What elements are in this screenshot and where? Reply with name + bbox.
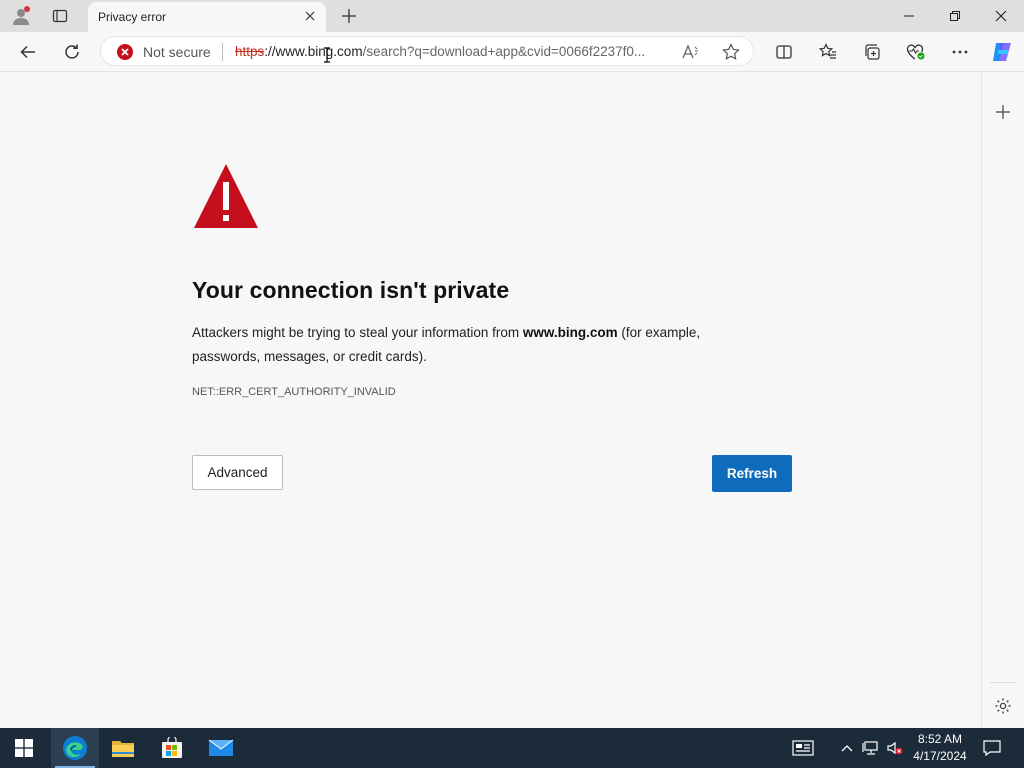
close-tab-icon[interactable]: [302, 8, 318, 24]
text-cursor-icon: [324, 47, 330, 63]
title-bar: Privacy error: [0, 0, 1024, 32]
volume-muted-icon[interactable]: [884, 736, 906, 760]
collections-icon[interactable]: [858, 38, 886, 66]
not-secure-label[interactable]: Not secure: [143, 44, 211, 60]
description-host: www.bing.com: [522, 325, 618, 340]
tab-privacy-error[interactable]: Privacy error: [88, 2, 326, 32]
taskbar: 8:52 AM 4/17/2024: [0, 728, 1024, 768]
clock-date: 4/17/2024: [913, 749, 967, 763]
not-secure-icon: [117, 44, 133, 60]
url-host: ://www.bing.com: [264, 44, 363, 59]
advanced-button[interactable]: Advanced: [192, 455, 283, 490]
sidebar-settings-icon[interactable]: [991, 694, 1015, 718]
taskbar-mail-icon[interactable]: [197, 728, 245, 768]
more-options-icon[interactable]: [946, 38, 974, 66]
profile-icon[interactable]: [8, 4, 34, 28]
browser-toolbar: Not secure https://www.bing.com/search?q…: [0, 32, 1024, 72]
browser-essentials-icon[interactable]: [902, 38, 930, 66]
error-description: Attackers might be trying to steal your …: [192, 321, 752, 369]
news-widget-icon[interactable]: [791, 736, 815, 760]
taskbar-file-explorer-icon[interactable]: [99, 728, 147, 768]
notifications-icon[interactable]: [981, 736, 1003, 760]
taskbar-edge-icon[interactable]: [51, 728, 99, 768]
address-bar[interactable]: Not secure https://www.bing.com/search?q…: [100, 36, 754, 66]
error-page: Your connection isn't private Attackers …: [4, 72, 980, 726]
favorite-star-icon[interactable]: [720, 42, 742, 62]
add-sidebar-app-icon[interactable]: [991, 100, 1015, 124]
url-scheme: https: [235, 44, 265, 59]
url-path: /search?q=download+app&cvid=0066f2237f0.…: [362, 44, 646, 59]
warning-triangle-icon: [194, 164, 258, 228]
read-aloud-icon[interactable]: [680, 42, 702, 62]
error-code[interactable]: NET::ERR_CERT_AUTHORITY_INVALID: [192, 386, 396, 398]
taskbar-store-icon[interactable]: [148, 728, 196, 768]
error-heading: Your connection isn't private: [192, 277, 510, 303]
back-button[interactable]: [14, 38, 42, 66]
sidebar-divider: [990, 682, 1016, 683]
tab-actions-icon[interactable]: [47, 4, 73, 28]
refresh-page-button[interactable]: Refresh: [712, 455, 792, 492]
copilot-icon[interactable]: [988, 38, 1016, 66]
taskbar-clock[interactable]: 8:52 AM 4/17/2024: [908, 731, 972, 765]
refresh-button[interactable]: [58, 38, 86, 66]
url-text[interactable]: https://www.bing.com/search?q=download+a…: [235, 44, 671, 59]
favorites-icon[interactable]: [814, 38, 842, 66]
edge-sidebar: [981, 72, 1024, 726]
new-tab-button[interactable]: [337, 4, 361, 28]
split-screen-icon[interactable]: [770, 38, 798, 66]
clock-time: 8:52 AM: [917, 732, 963, 746]
show-hidden-icons-icon[interactable]: [836, 736, 858, 760]
start-button[interactable]: [0, 728, 48, 768]
restore-button[interactable]: [932, 0, 978, 32]
network-icon[interactable]: [860, 736, 882, 760]
tab-title: Privacy error: [98, 10, 167, 24]
minimize-button[interactable]: [886, 0, 932, 32]
address-separator: [222, 43, 223, 61]
description-text-1: Attackers might be trying to steal your …: [192, 325, 523, 340]
close-window-button[interactable]: [978, 0, 1024, 32]
